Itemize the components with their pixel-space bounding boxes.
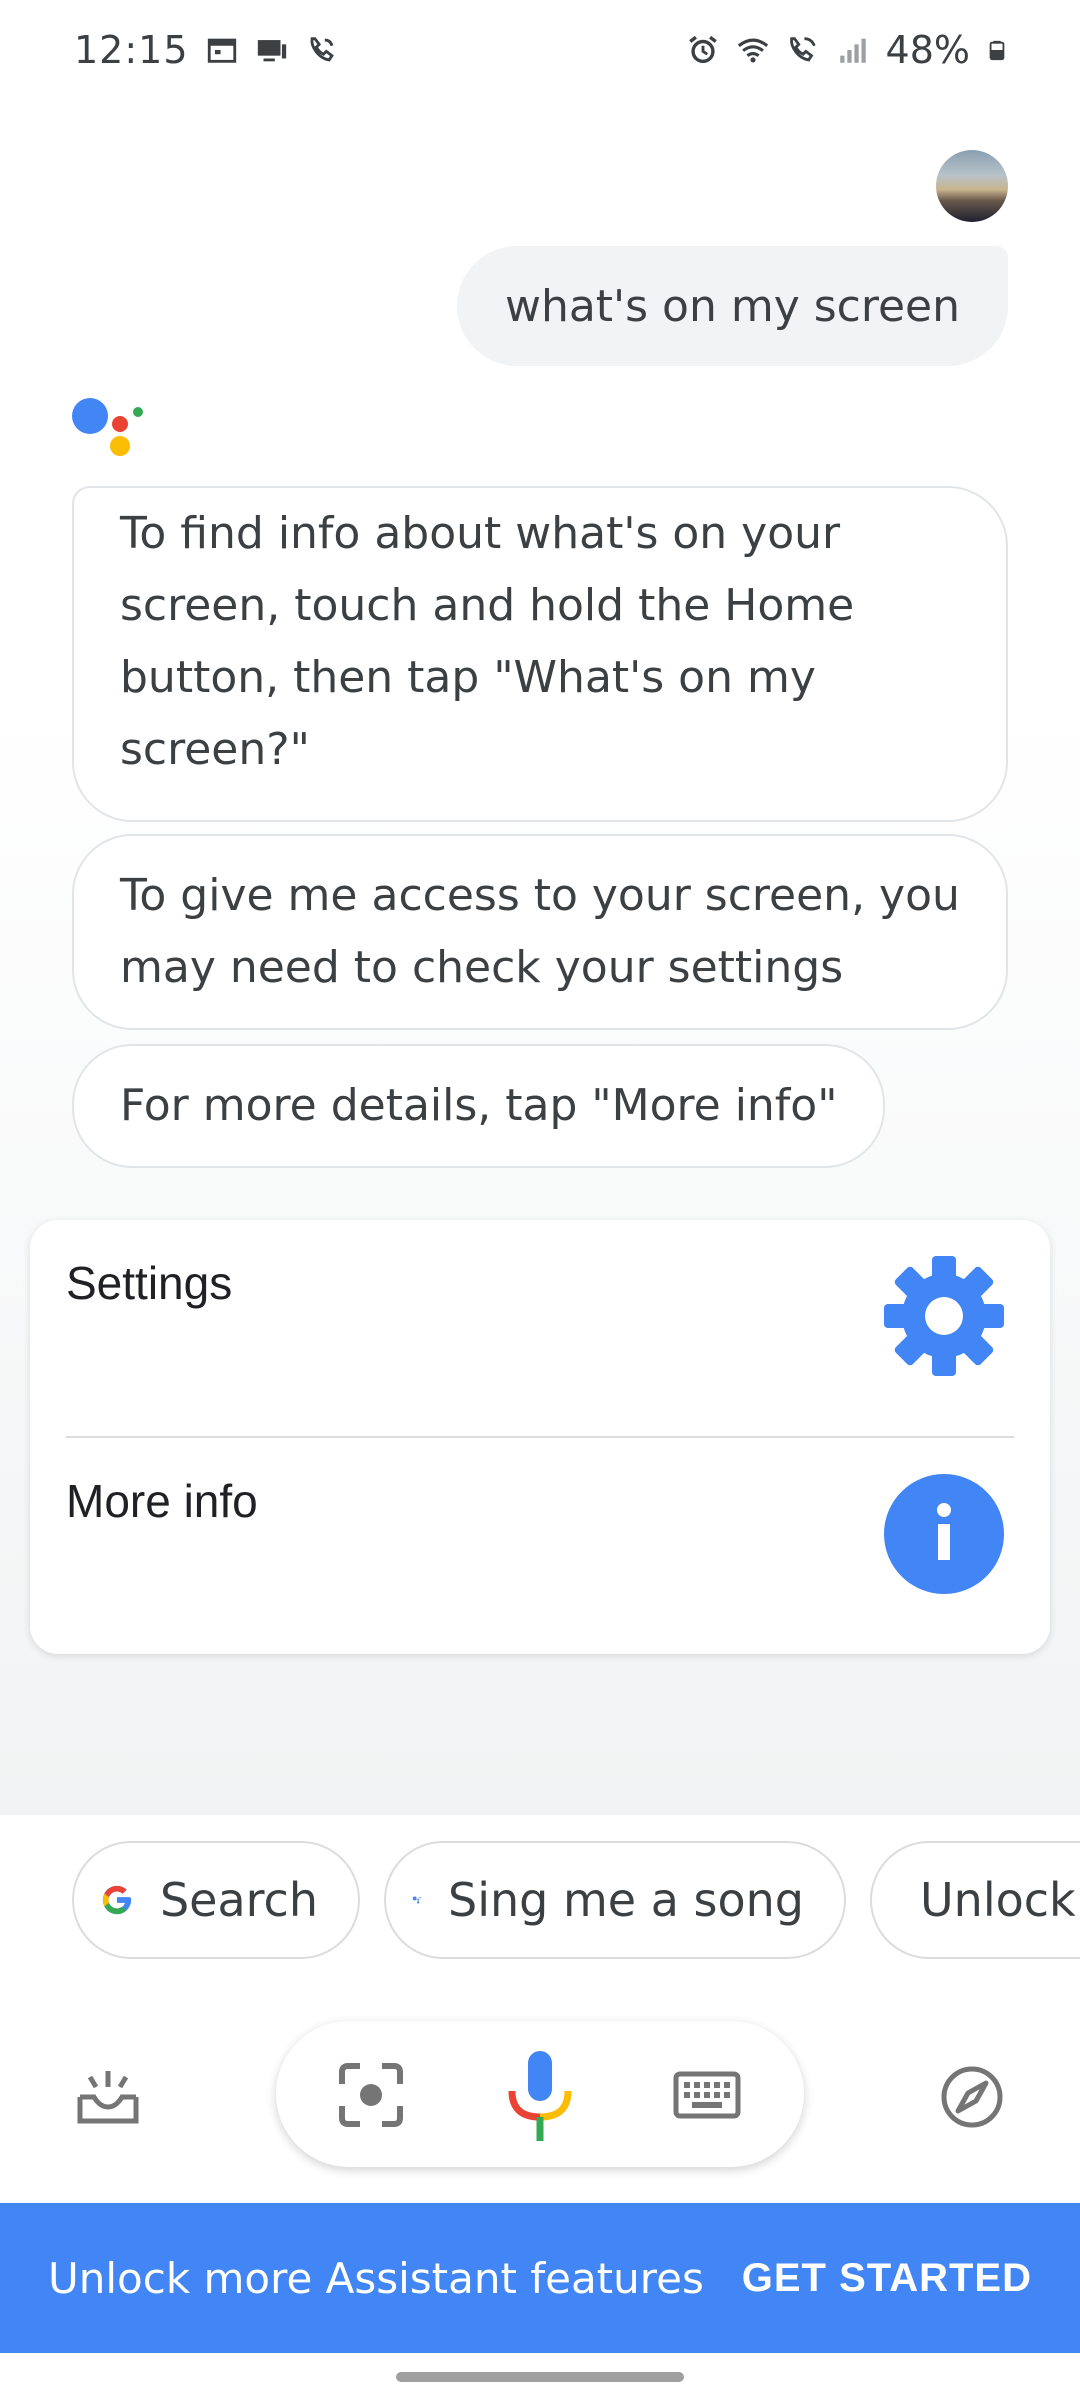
settings-label: Settings — [66, 1257, 233, 1309]
assistant-response-2: To give me access to your screen, you ma… — [72, 834, 1008, 1030]
chip-sing-label: Sing me a song — [448, 1873, 804, 1927]
media-cast-icon — [257, 40, 286, 62]
home-gesture-handle[interactable] — [396, 2372, 684, 2382]
chip-search[interactable]: Search — [72, 1841, 360, 1959]
call-signal-icon — [789, 37, 816, 62]
assistant-response-3: For more details, tap "More info" — [72, 1044, 886, 1168]
assistant-dots-icon — [412, 1896, 421, 1904]
battery-percent: 48% — [885, 28, 970, 72]
user-query-bubble: what's on my screen — [456, 246, 1008, 366]
chip-unlock-label: Unlock — [920, 1873, 1076, 1927]
mic-icon[interactable] — [502, 2047, 578, 2147]
gear-icon — [884, 1256, 1004, 1376]
battery-icon — [989, 40, 1005, 61]
assistant-screen: 12:15 48% what's on my screen To find in… — [0, 0, 1080, 2400]
wifi-call-icon — [310, 37, 334, 62]
get-started-button[interactable]: GET STARTED — [742, 2256, 1032, 2301]
alarm-icon — [688, 35, 717, 64]
explore-icon[interactable] — [936, 2061, 1008, 2133]
chip-sing-me-a-song[interactable]: Sing me a song — [384, 1841, 846, 1959]
banner-text: Unlock more Assistant features — [48, 2253, 704, 2303]
calendar-icon — [207, 38, 236, 63]
status-right: 48% — [686, 28, 1008, 72]
chip-unlock[interactable]: Unlock — [870, 1841, 1080, 1959]
google-g-icon — [102, 1885, 132, 1915]
more-info-row[interactable]: More info — [30, 1438, 1050, 1654]
unlock-features-banner: Unlock more Assistant features GET START… — [0, 2203, 1080, 2353]
chip-search-label: Search — [159, 1873, 318, 1927]
lens-icon[interactable] — [334, 2058, 408, 2132]
assistant-logo-icon — [72, 398, 143, 456]
action-card: Settings More info — [30, 1220, 1050, 1654]
action-bar — [0, 2005, 1080, 2203]
assistant-response-1: To find info about what's on your screen… — [72, 486, 1008, 822]
navigation-area — [0, 2353, 1080, 2400]
user-avatar[interactable] — [936, 150, 1008, 222]
wifi-icon — [737, 38, 768, 63]
suggestion-chips: Search Sing me a song Unlock — [0, 1815, 1080, 2005]
status-time: 12:15 — [74, 28, 189, 72]
more-info-label: More info — [66, 1475, 258, 1527]
status-bar: 12:15 48% — [0, 0, 1080, 100]
signal-bars-icon — [839, 38, 866, 63]
status-left: 12:15 — [74, 28, 339, 72]
keyboard-icon[interactable] — [672, 2060, 742, 2130]
settings-row[interactable]: Settings — [30, 1220, 1050, 1436]
updates-icon[interactable] — [72, 2061, 144, 2133]
info-icon — [884, 1474, 1004, 1594]
